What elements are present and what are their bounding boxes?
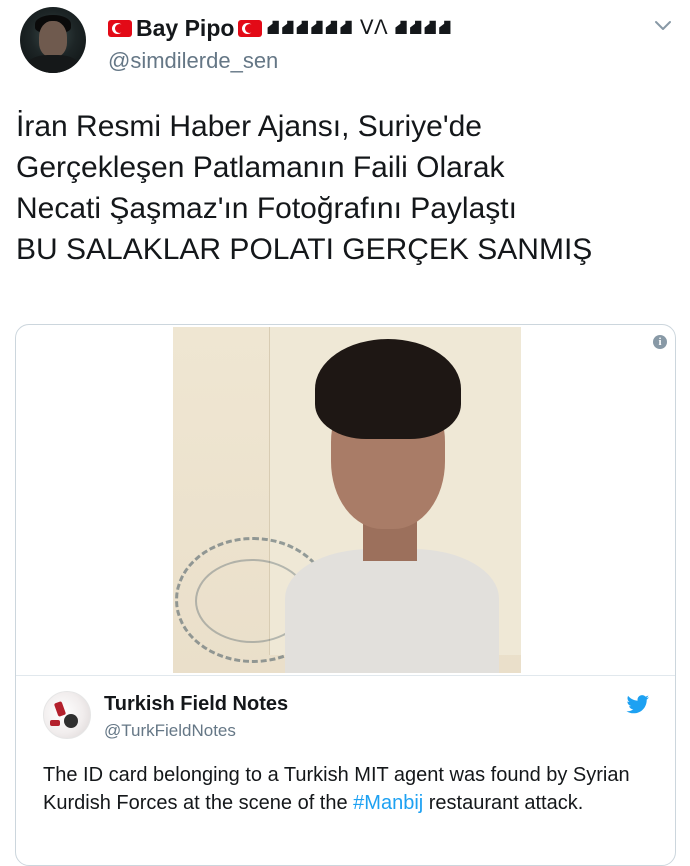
quoted-avatar-mark xyxy=(64,714,78,728)
quoted-avatar[interactable] xyxy=(43,691,91,739)
tweet-text: İran Resmi Haber Ajansı, Suriye'de Gerçe… xyxy=(16,110,593,266)
card-divider xyxy=(16,675,675,676)
quoted-avatar-mark xyxy=(50,720,60,726)
twitter-bird-icon[interactable] xyxy=(626,695,650,715)
author-handle[interactable]: @simdilerde_sen xyxy=(108,48,278,74)
author-display-name[interactable]: Bay Pipo xyxy=(136,15,234,42)
chevron-down-icon[interactable] xyxy=(652,14,674,36)
quoted-tweet-text: The ID card belonging to a Turkish MIT a… xyxy=(43,761,643,817)
turkey-flag-icon xyxy=(108,19,132,37)
avatar-face xyxy=(39,21,67,57)
author-avatar[interactable] xyxy=(20,7,86,73)
quoted-text-after: restaurant attack. xyxy=(423,792,584,814)
photo-hair xyxy=(315,339,461,439)
quoted-author-handle[interactable]: @TurkFieldNotes xyxy=(104,721,236,741)
info-icon[interactable]: i xyxy=(653,335,667,349)
avatar-body xyxy=(26,55,80,73)
photo-shirt xyxy=(285,549,499,673)
quoted-avatar-mark xyxy=(53,701,67,717)
id-card-photo[interactable] xyxy=(173,327,521,673)
turkey-flag-icon xyxy=(238,19,263,37)
hashtag-link[interactable]: #Manbij xyxy=(353,792,423,814)
quoted-author-name[interactable]: Turkish Field Notes xyxy=(104,693,288,716)
embedded-tweet-card[interactable]: i Turkish Field Notes @TurkFieldNotes Th… xyxy=(15,324,676,866)
author-name-row[interactable]: Bay Pipo ⛘⛘⛘⛘⛘⛘ ᐯᐱ ⛘⛘⛘⛘ xyxy=(108,14,453,42)
author-name-suffix: ⛘⛘⛘⛘⛘⛘ ᐯᐱ ⛘⛘⛘⛘ xyxy=(266,16,453,39)
